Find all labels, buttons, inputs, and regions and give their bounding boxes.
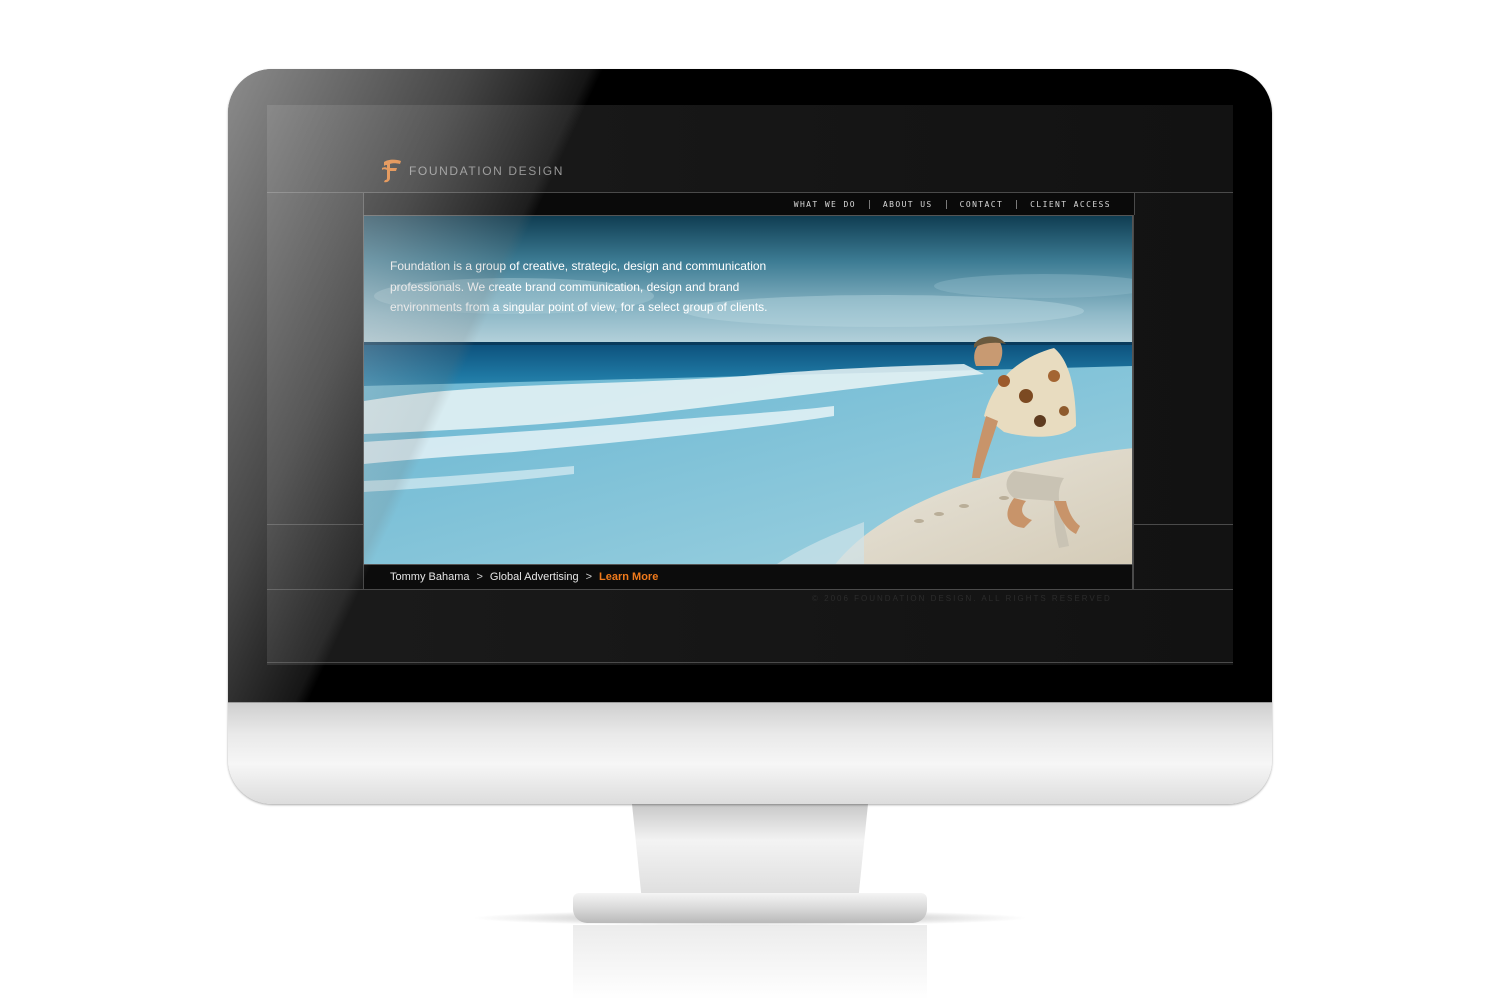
- stand-reflection: [573, 925, 927, 1000]
- grid-line-right: [1133, 192, 1134, 589]
- monitor-chin: [228, 702, 1272, 804]
- hero-banner[interactable]: Foundation is a group of creative, strat…: [363, 215, 1133, 565]
- breadcrumb-client[interactable]: Tommy Bahama: [390, 571, 469, 583]
- website-screen: FOUNDATION DESIGN WHAT WE DO ABOUT US CO…: [267, 105, 1233, 665]
- foundation-f-icon: [382, 159, 401, 183]
- nav-client-access[interactable]: CLIENT ACCESS: [1017, 200, 1124, 209]
- breadcrumb-category[interactable]: Global Advertising: [490, 571, 579, 583]
- nav-about-us[interactable]: ABOUT US: [870, 200, 946, 209]
- breadcrumb-separator: >: [585, 571, 593, 583]
- nav-contact[interactable]: CONTACT: [947, 200, 1017, 209]
- nav-what-we-do[interactable]: WHAT WE DO: [781, 200, 869, 209]
- monitor-stand-neck: [632, 804, 868, 896]
- breadcrumb-separator: >: [476, 571, 483, 583]
- top-nav: WHAT WE DO ABOUT US CONTACT CLIENT ACCES…: [363, 193, 1135, 215]
- product-mockup: FOUNDATION DESIGN WHAT WE DO ABOUT US CO…: [0, 0, 1500, 1000]
- grid-line-footer: [267, 589, 1233, 590]
- monitor: FOUNDATION DESIGN WHAT WE DO ABOUT US CO…: [228, 69, 1272, 804]
- learn-more-link[interactable]: Learn More: [599, 571, 658, 583]
- breadcrumb: Tommy Bahama > Global Advertising > Lear…: [363, 565, 1133, 589]
- grid-line-bottom: [267, 662, 1233, 663]
- hero-intro-text: Foundation is a group of creative, strat…: [390, 259, 768, 314]
- monitor-bezel: FOUNDATION DESIGN WHAT WE DO ABOUT US CO…: [228, 69, 1272, 702]
- monitor-stand-foot: [573, 893, 927, 923]
- copyright-text: © 2006 FOUNDATION DESIGN. ALL RIGHTS RES…: [812, 594, 1112, 603]
- site-logo[interactable]: FOUNDATION DESIGN: [381, 158, 564, 184]
- brand-name: FOUNDATION DESIGN: [409, 164, 564, 178]
